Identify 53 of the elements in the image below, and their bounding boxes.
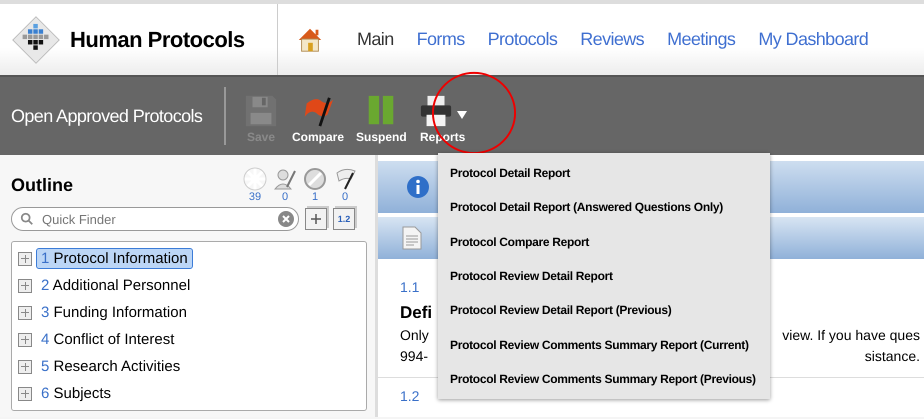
compare-button[interactable]: Compare bbox=[286, 88, 350, 144]
nav-link[interactable]: Main bbox=[357, 29, 394, 50]
expand-icon[interactable] bbox=[18, 278, 32, 292]
app-title: Human Protocols bbox=[70, 26, 245, 52]
section-number: 1.2 bbox=[400, 388, 420, 404]
body-text: Only bbox=[400, 326, 429, 345]
count-label: 39 bbox=[248, 191, 262, 203]
outline-item[interactable]: 1 Protocol Information bbox=[36, 248, 193, 269]
count-label: 0 bbox=[282, 191, 288, 203]
menu-item[interactable]: Protocol Review Comments Summary Report (Current) bbox=[438, 327, 770, 362]
page-title: Open Approved Protocols bbox=[10, 106, 204, 126]
body-text: view. If you have ques bbox=[782, 326, 920, 345]
person-icon[interactable] bbox=[273, 167, 297, 191]
outline-title: Outline bbox=[11, 175, 73, 197]
nav-link[interactable]: Protocols bbox=[488, 29, 558, 50]
body-text: 994- bbox=[400, 347, 428, 366]
search-field[interactable]: Quick Finder bbox=[11, 207, 299, 231]
expand-icon[interactable] bbox=[18, 252, 32, 266]
plus-icon bbox=[310, 213, 322, 225]
numbering-button[interactable]: 1.2 bbox=[333, 208, 355, 230]
caret-icon bbox=[456, 111, 467, 119]
section-heading: Defi bbox=[400, 303, 432, 323]
menu-item[interactable]: Protocol Detail Report (Answered Questions Only) bbox=[438, 190, 770, 225]
section-number: 1.1 bbox=[400, 279, 420, 295]
nav-link[interactable]: Meetings bbox=[667, 29, 736, 50]
count-label: 0 bbox=[342, 191, 348, 203]
expand-icon[interactable] bbox=[18, 360, 32, 374]
outline-item[interactable]: 2 Additional Personnel bbox=[36, 275, 196, 296]
search-icon bbox=[20, 212, 34, 226]
menu-item[interactable]: Protocol Review Detail Report bbox=[438, 258, 770, 294]
expand-icon[interactable] bbox=[18, 332, 32, 346]
outline-item[interactable]: 5 Research Activities bbox=[36, 356, 186, 377]
nav-link[interactable]: Forms bbox=[416, 29, 465, 50]
outline-item[interactable]: 6 Subjects bbox=[36, 383, 116, 404]
suspend-button[interactable]: Suspend bbox=[350, 88, 413, 144]
expand-icon[interactable] bbox=[18, 306, 32, 320]
expand-icon[interactable] bbox=[18, 386, 32, 400]
info-icon bbox=[406, 175, 430, 199]
blocked-icon[interactable] bbox=[303, 167, 327, 191]
document-icon bbox=[402, 226, 422, 250]
clear-icon[interactable] bbox=[278, 211, 294, 227]
count-label: 1 bbox=[312, 191, 318, 203]
outline-item[interactable]: 4 Conflict of Interest bbox=[36, 329, 180, 350]
nav-link[interactable]: My Dashboard bbox=[758, 29, 868, 50]
menu-item[interactable]: Protocol Compare Report bbox=[438, 224, 770, 259]
nav-link[interactable]: Reviews bbox=[580, 29, 644, 50]
outline-item[interactable]: 3 Funding Information bbox=[36, 302, 192, 323]
menu-item[interactable]: Protocol Detail Report bbox=[438, 156, 770, 190]
printer-icon bbox=[418, 94, 453, 128]
menu-item[interactable]: Protocol Review Comments Summary Report (Previous) bbox=[438, 362, 770, 396]
expand-all-button[interactable] bbox=[305, 208, 327, 230]
menu-item[interactable]: Protocol Review Detail Report (Previous) bbox=[438, 293, 770, 328]
body-text: sistance. bbox=[864, 347, 920, 366]
